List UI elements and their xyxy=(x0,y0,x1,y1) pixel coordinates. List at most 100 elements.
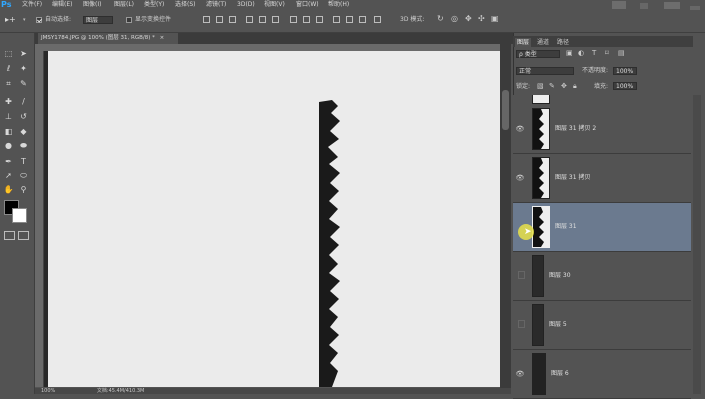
layer-filter-dropdown[interactable]: ρ 类型 xyxy=(516,50,560,58)
filter-shape-icon[interactable]: ⌑ xyxy=(605,49,609,57)
layer-row[interactable]: 👁︎ 图层 6 xyxy=(513,350,691,399)
align-bottom-icon[interactable] xyxy=(229,16,236,23)
menu-select[interactable]: 选择(S) xyxy=(175,0,196,10)
distribute-top-icon[interactable] xyxy=(290,16,297,23)
pen-tool-icon[interactable]: ✒ xyxy=(2,155,15,168)
menu-image[interactable]: 图像(I) xyxy=(83,0,101,10)
menu-help[interactable]: 帮助(H) xyxy=(328,0,349,10)
align-vcenter-icon[interactable] xyxy=(216,16,223,23)
3d-slide-icon[interactable]: ✣ xyxy=(478,14,485,23)
background-color-swatch[interactable] xyxy=(12,208,27,223)
layer-row[interactable]: 👁︎ 图层 31 拷贝 2 xyxy=(513,105,691,154)
menu-3d[interactable]: 3D(D) xyxy=(237,0,255,10)
filter-pixel-icon[interactable]: ▣ xyxy=(566,49,573,57)
layer-row-selected[interactable]: 图层 31 xyxy=(513,203,691,252)
healing-brush-tool-icon[interactable]: ✚ xyxy=(2,95,15,108)
layer-row[interactable]: 图层 30 xyxy=(513,252,691,301)
layer-name[interactable]: 图层 31 xyxy=(555,223,577,231)
menu-edit[interactable]: 编辑(E) xyxy=(52,0,72,10)
quick-mask-icon[interactable] xyxy=(4,231,15,240)
distribute-bottom-icon[interactable] xyxy=(316,16,323,23)
layer-name[interactable]: 图层 30 xyxy=(549,272,571,280)
layer-row[interactable]: 图层 5 xyxy=(513,301,691,350)
visibility-toggle-off[interactable] xyxy=(518,271,525,279)
doc-info[interactable]: 文档:45.4M/410.3M xyxy=(97,388,144,394)
auto-select-dropdown[interactable]: 图层 xyxy=(83,16,113,24)
layer-name[interactable]: 图层 6 xyxy=(551,370,569,378)
type-tool-icon[interactable]: T xyxy=(17,155,30,168)
3d-pan-icon[interactable]: ✥ xyxy=(465,14,472,23)
auto-align-icon[interactable] xyxy=(374,16,381,23)
close-icon[interactable]: × xyxy=(160,35,165,41)
zoom-tool-icon[interactable]: ⚲ xyxy=(17,183,30,196)
chevron-down-icon[interactable]: ▾ xyxy=(23,17,26,23)
distribute-right-icon[interactable] xyxy=(359,16,366,23)
menu-type[interactable]: 类型(Y) xyxy=(144,0,164,10)
menu-layer[interactable]: 图层(L) xyxy=(114,0,134,10)
move-tool-icon[interactable]: ➤ xyxy=(17,47,30,60)
lock-icon[interactable]: 🔒︎ xyxy=(573,82,577,91)
document-canvas[interactable] xyxy=(48,51,500,387)
layer-thumbnail xyxy=(532,157,550,199)
layer-name[interactable]: 图层 5 xyxy=(549,321,567,329)
layer-row[interactable]: 👁︎ 图层 31 拷贝 xyxy=(513,154,691,203)
tab-channels[interactable]: 通道 xyxy=(535,38,551,47)
align-right-icon[interactable] xyxy=(272,16,279,23)
clone-stamp-tool-icon[interactable]: ⊥ xyxy=(2,110,15,123)
layers-scrollbar[interactable] xyxy=(693,95,701,394)
blur-tool-icon[interactable]: ● xyxy=(2,139,15,152)
layer-name[interactable]: 图层 31 拷贝 xyxy=(555,174,590,182)
blend-mode-dropdown[interactable]: 正常 xyxy=(516,67,574,75)
3d-orbit-icon[interactable]: ↻ xyxy=(437,14,444,23)
menu-filter[interactable]: 滤镜(T) xyxy=(206,0,226,10)
vertical-scrollbar-thumb[interactable] xyxy=(502,90,509,130)
align-left-icon[interactable] xyxy=(246,16,253,23)
show-transform-checkbox[interactable] xyxy=(126,17,132,23)
3d-scale-icon[interactable]: ▣ xyxy=(491,14,499,23)
distribute-left-icon[interactable] xyxy=(333,16,340,23)
history-brush-tool-icon[interactable]: ↺ xyxy=(17,110,30,123)
menu-file[interactable]: 文件(F) xyxy=(22,0,42,10)
eraser-tool-icon[interactable]: ◧ xyxy=(2,125,15,138)
eyedropper-tool-icon[interactable]: ✎ xyxy=(17,77,30,90)
auto-select-checkbox[interactable] xyxy=(36,17,42,23)
layer-thumbnail xyxy=(532,255,544,297)
move-tool-icon[interactable]: ▸+ xyxy=(5,16,16,24)
tab-layers[interactable]: 图层 xyxy=(515,38,532,47)
menu-view[interactable]: 视图(V) xyxy=(264,0,285,10)
path-selection-tool-icon[interactable]: ➚ xyxy=(2,169,15,182)
zoom-level[interactable]: 100% xyxy=(41,388,55,394)
filter-smart-icon[interactable]: ▤ xyxy=(618,49,625,57)
fill-input[interactable]: 100% xyxy=(613,82,637,90)
tab-paths[interactable]: 路径 xyxy=(555,38,571,47)
document-tab[interactable]: JMSY1784.JPG @ 100% (图层 31, RGB/8) * × xyxy=(38,33,178,44)
lock-image-icon[interactable]: ✎ xyxy=(549,82,555,90)
hand-tool-icon[interactable]: ✋ xyxy=(2,183,15,196)
lock-position-icon[interactable]: ✥ xyxy=(561,82,567,90)
eye-icon[interactable]: 👁︎ xyxy=(515,173,525,183)
menu-window[interactable]: 窗口(W) xyxy=(296,0,319,10)
eye-icon[interactable]: 👁︎ xyxy=(515,124,525,134)
magic-wand-tool-icon[interactable]: ✦ xyxy=(17,62,30,75)
align-top-icon[interactable] xyxy=(203,16,210,23)
opacity-input[interactable]: 100% xyxy=(613,67,637,75)
align-hcenter-icon[interactable] xyxy=(259,16,266,23)
filter-adjust-icon[interactable]: ◐ xyxy=(578,49,584,57)
brush-tool-icon[interactable]: / xyxy=(17,95,30,108)
photoshop-logo-icon: Ps xyxy=(1,0,12,9)
distribute-hcenter-icon[interactable] xyxy=(346,16,353,23)
lock-transparent-icon[interactable]: ▧ xyxy=(537,82,544,90)
distribute-vcenter-icon[interactable] xyxy=(303,16,310,23)
visibility-toggle-off[interactable] xyxy=(518,320,525,328)
marquee-tool-icon[interactable]: ⬚ xyxy=(2,47,15,60)
filter-type-icon[interactable]: T xyxy=(592,49,596,57)
lasso-tool-icon[interactable]: ℓ xyxy=(2,62,15,75)
ellipse-tool-icon[interactable]: ⬭ xyxy=(17,169,30,182)
eye-icon[interactable]: 👁︎ xyxy=(515,369,525,379)
screen-mode-icon[interactable] xyxy=(18,231,29,240)
crop-tool-icon[interactable]: ⌗ xyxy=(2,77,15,90)
layer-name[interactable]: 图层 31 拷贝 2 xyxy=(555,125,596,133)
dodge-tool-icon[interactable]: ⬬ xyxy=(17,139,30,152)
3d-roll-icon[interactable]: ◎ xyxy=(451,14,458,23)
paint-bucket-tool-icon[interactable]: ◆ xyxy=(17,125,30,138)
